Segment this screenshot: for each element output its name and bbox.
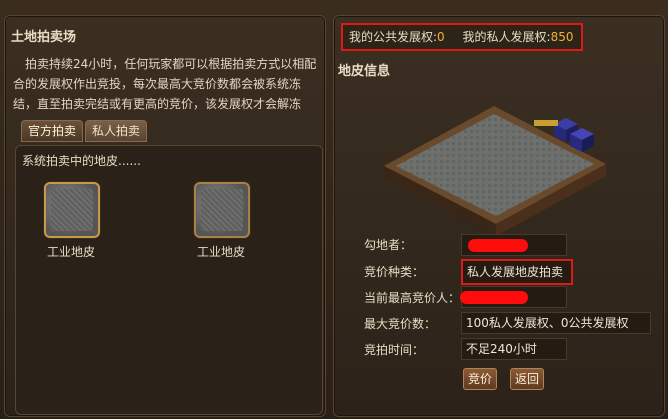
plot-info-title: 地皮信息 <box>338 64 391 79</box>
auction-title: 土地拍卖场 <box>11 30 77 45</box>
plot-item-2[interactable] <box>194 182 250 238</box>
bid-type-value: 私人发展地皮拍卖 <box>461 259 573 285</box>
plot-item-1-label: 工业地皮 <box>46 245 95 259</box>
auction-panel: 土地拍卖场 拍卖持续24小时，任何玩家都可以根据拍卖方式以相配合的发展权作出竞投… <box>4 15 326 417</box>
back-button[interactable]: 返回 <box>510 368 545 390</box>
public-rights-label: 我的公共发展权: <box>349 30 438 44</box>
max-bid-label: 最大竞价数： <box>364 317 437 331</box>
development-rights-bar: 我的公共发展权:0 我的私人发展权:850 <box>341 23 583 51</box>
plot-info-panel: 我的公共发展权:0 我的私人发展权:850 地皮信息 勾地者： 竞价种类： 私人… <box>333 15 665 417</box>
plot-item-1[interactable] <box>44 182 100 238</box>
private-rights-value: 850 <box>550 30 574 44</box>
land-plot-image <box>384 106 606 236</box>
redaction-mark <box>460 291 528 304</box>
game-window: 土地拍卖场 拍卖持续24小时，任何玩家都可以根据拍卖方式以相配合的发展权作出竞投… <box>0 0 668 419</box>
redaction-mark <box>468 239 528 252</box>
public-rights-value: 0 <box>437 30 445 44</box>
lister-value <box>461 234 567 256</box>
plot-list: 系统拍卖中的地皮...... 工业地皮 工业地皮 <box>15 145 323 415</box>
tab-official-auction[interactable]: 官方拍卖 <box>21 120 84 142</box>
industrial-land-icon <box>201 189 243 231</box>
plot-list-header: 系统拍卖中的地皮...... <box>22 154 141 168</box>
bid-button[interactable]: 竞价 <box>463 368 498 390</box>
bid-time-value: 不足240小时 <box>461 338 567 360</box>
bid-time-label: 竞拍时间： <box>364 343 425 357</box>
private-rights-label: 我的私人发展权: <box>462 30 551 44</box>
industrial-land-icon <box>51 189 93 231</box>
lister-label: 勾地者： <box>364 238 413 252</box>
plot-item-2-label: 工业地皮 <box>196 245 245 259</box>
max-bid-value: 100私人发展权、0公共发展权 <box>461 312 651 334</box>
auction-description: 拍卖持续24小时，任何玩家都可以根据拍卖方式以相配合的发展权作出竞投，每次最高大… <box>13 57 317 111</box>
bid-type-label: 竞价种类： <box>364 265 425 279</box>
top-bidder-label: 当前最高竞价人： <box>364 291 461 305</box>
tab-private-auction[interactable]: 私人拍卖 <box>85 120 148 142</box>
top-bidder-value <box>460 286 567 308</box>
